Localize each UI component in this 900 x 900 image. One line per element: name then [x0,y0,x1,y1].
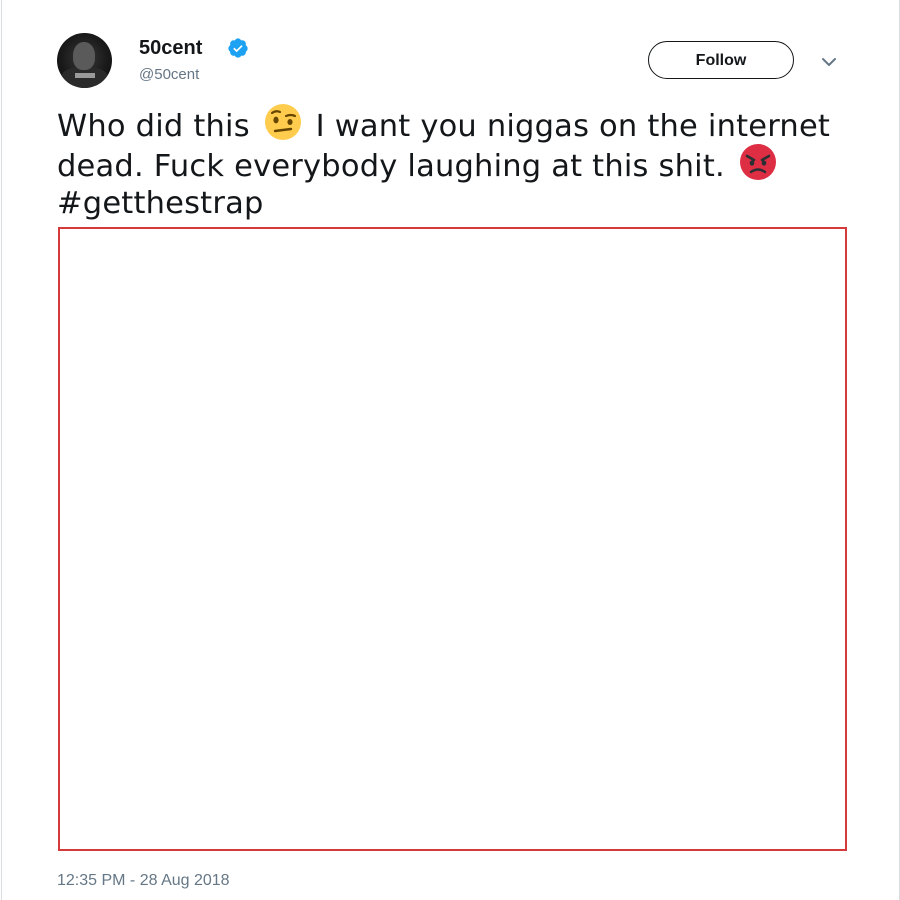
chevron-down-icon[interactable] [819,52,839,72]
tweet-timestamp[interactable]: 12:35 PM - 28 Aug 2018 [57,872,230,890]
card-border-left [1,0,2,900]
author-handle[interactable]: @50cent [139,66,199,84]
tweet-text: Who did this I want you niggas on the in… [57,104,837,223]
media-placeholder[interactable] [58,227,847,851]
angry-face-emoji-icon [735,143,781,180]
raised-eyebrow-emoji-icon [260,104,306,140]
verified-badge-icon [228,38,248,58]
author-name[interactable]: 50cent [139,36,202,60]
avatar-face [73,42,95,70]
follow-button[interactable]: Follow [648,41,794,79]
avatar-logo [75,73,95,78]
tweet-card: 50cent @50cent Follow Who did this I wan… [0,0,900,900]
hashtag-link[interactable]: #getthestrap [57,186,264,221]
tweet-text-part1: Who did this [57,109,250,144]
avatar[interactable] [57,33,112,88]
